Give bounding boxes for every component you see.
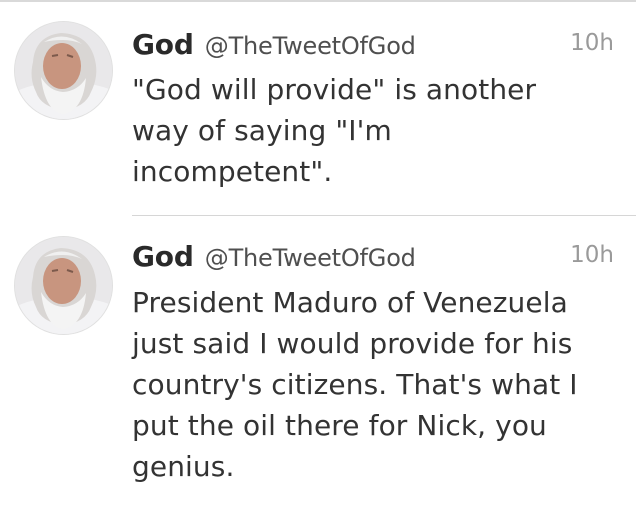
timestamp: 10h	[570, 30, 614, 56]
tweet-1[interactable]: God @TheTweetOfGod 10h "God will provide…	[0, 0, 636, 216]
avatar[interactable]	[15, 22, 112, 119]
display-name[interactable]: God	[132, 240, 194, 273]
avatar-image	[15, 22, 112, 119]
tweet-header: God @TheTweetOfGod 10h	[132, 240, 614, 276]
tweet-text: "God will provide" is another way of say…	[132, 73, 537, 188]
display-name[interactable]: God	[132, 28, 194, 61]
avatar[interactable]	[15, 237, 112, 334]
avatar-image	[15, 237, 112, 334]
user-handle[interactable]: @TheTweetOfGod	[205, 244, 416, 272]
user-handle[interactable]: @TheTweetOfGod	[205, 32, 416, 60]
tweet-2[interactable]: God @TheTweetOfGod 10h President Maduro …	[0, 216, 636, 506]
tweet-header: God @TheTweetOfGod 10h	[132, 28, 614, 64]
timestamp: 10h	[570, 242, 614, 268]
tweet-text: President Maduro of Venezuela just said …	[132, 286, 578, 483]
